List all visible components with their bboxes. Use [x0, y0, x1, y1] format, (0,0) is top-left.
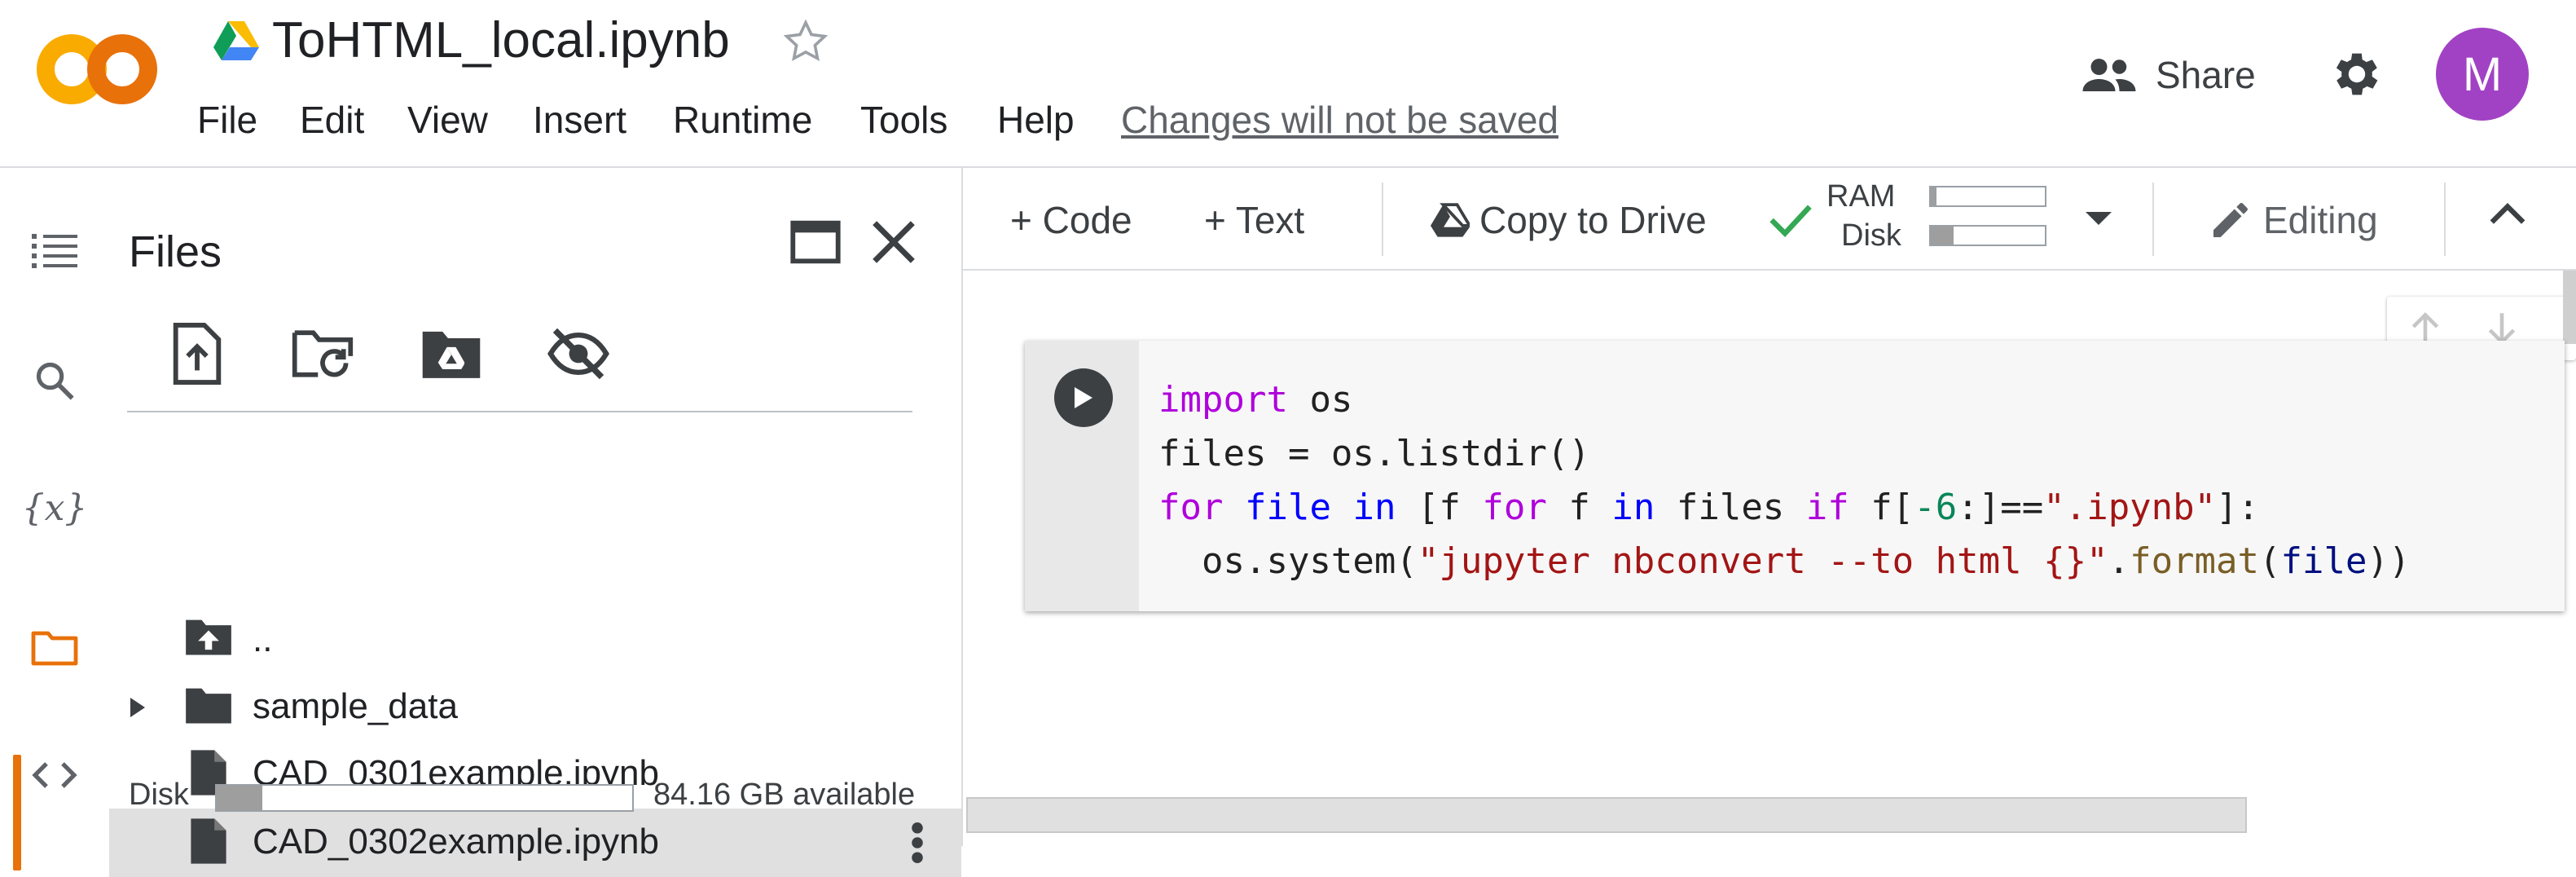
- code-cell[interactable]: import os files = os.listdir() for file in…: [1025, 341, 2565, 611]
- people-icon: [2081, 56, 2138, 94]
- pencil-icon: [2208, 197, 2253, 243]
- disk-usage-fill: [217, 786, 263, 810]
- more-vert-icon[interactable]: [911, 822, 924, 864]
- code-line: files = os.listdir(): [1158, 433, 1590, 474]
- parent-folder-icon: [184, 616, 233, 657]
- settings-gear-icon[interactable]: [2328, 46, 2385, 103]
- ram-label: RAM: [1826, 179, 1896, 214]
- star-icon[interactable]: [780, 16, 831, 67]
- runtime-dropdown-arrow-icon[interactable]: [2084, 210, 2113, 227]
- share-label: Share: [2156, 54, 2256, 96]
- toolbar-separator: [1382, 183, 1383, 256]
- rail-active-indicator: [13, 755, 21, 870]
- editing-mode-button[interactable]: Editing: [2208, 196, 2378, 245]
- table-of-contents-icon[interactable]: [28, 223, 81, 277]
- menu-tools[interactable]: Tools: [860, 98, 947, 142]
- files-folder-icon[interactable]: [28, 621, 81, 675]
- menu-insert[interactable]: Insert: [533, 98, 626, 142]
- play-icon: [1075, 387, 1092, 408]
- file-tree-row-selected[interactable]: CAD_0302example.ipynb: [109, 809, 961, 877]
- open-in-tab-icon[interactable]: [787, 214, 844, 271]
- hide-files-eye-off-icon[interactable]: [546, 321, 611, 386]
- ram-usage-fill: [1931, 187, 1936, 205]
- notebook-toolbar: + Code + Text Copy to Drive RAM Disk Edi…: [963, 168, 2576, 271]
- toolbar-separator: [2152, 183, 2154, 256]
- toolbar-separator: [2444, 183, 2446, 256]
- files-panel-title: Files: [129, 227, 222, 276]
- close-icon[interactable]: [865, 214, 922, 271]
- disk-label-toolbar: Disk: [1841, 218, 1901, 253]
- drive-icon: [1431, 203, 1470, 237]
- refresh-folder-icon[interactable]: [290, 321, 355, 386]
- share-button[interactable]: Share: [2081, 46, 2256, 104]
- disk-label: Disk: [129, 778, 189, 812]
- cell-gutter: [1025, 341, 1139, 611]
- connected-check-icon[interactable]: [1768, 201, 1813, 240]
- file-icon: [189, 817, 228, 866]
- menu-view[interactable]: View: [407, 98, 488, 142]
- menu-edit[interactable]: Edit: [300, 98, 364, 142]
- add-code-cell-button[interactable]: + Code: [1010, 196, 1132, 245]
- google-drive-icon: [213, 20, 259, 60]
- variables-icon[interactable]: {x}: [22, 481, 88, 535]
- file-tree-row[interactable]: sample_data: [109, 673, 961, 742]
- files-panel: Files .. sample_data CAD_0301example.ipy…: [109, 168, 961, 877]
- notebook-title[interactable]: ToHTML_local.ipynb: [272, 11, 730, 69]
- files-divider: [127, 411, 912, 412]
- add-text-cell-button[interactable]: + Text: [1204, 196, 1304, 245]
- horizontal-scrollbar[interactable]: [966, 797, 2247, 833]
- file-tree-label: sample_data: [253, 686, 458, 726]
- menu-file[interactable]: File: [197, 98, 257, 142]
- expand-chevron-icon[interactable]: [127, 696, 147, 719]
- copy-to-drive-button[interactable]: Copy to Drive: [1431, 196, 1707, 245]
- file-tree-label: ..: [253, 619, 273, 659]
- code-snippets-icon[interactable]: [28, 748, 81, 802]
- copy-to-drive-label: Copy to Drive: [1479, 199, 1707, 241]
- folder-icon: [184, 685, 233, 725]
- disk-usage-bar: [215, 784, 634, 812]
- code-line: import os: [1158, 379, 1353, 421]
- unsaved-changes-link[interactable]: Changes will not be saved: [1121, 98, 1558, 142]
- file-tree-row[interactable]: ..: [109, 606, 961, 675]
- colab-logo[interactable]: [36, 33, 158, 106]
- menu-runtime[interactable]: Runtime: [673, 98, 812, 142]
- collapse-header-chevron-up-icon[interactable]: [2488, 202, 2527, 227]
- app-header: ToHTML_local.ipynb File Edit View Insert…: [0, 0, 2576, 168]
- mount-drive-icon[interactable]: [419, 321, 484, 386]
- code-line: os.system("jupyter nbconvert --to html {…: [1158, 540, 2411, 582]
- disk-usage-fill-toolbar: [1931, 227, 1954, 245]
- code-editor[interactable]: import os files = os.listdir() for file in…: [1158, 373, 2410, 588]
- editing-label: Editing: [2263, 199, 2378, 241]
- file-tree-label: CAD_0302example.ipynb: [253, 822, 659, 862]
- code-line: for file in [f for f in files if f[-6:]=…: [1158, 487, 2260, 528]
- upload-file-icon[interactable]: [165, 321, 230, 386]
- run-cell-button[interactable]: [1054, 368, 1113, 427]
- menu-help[interactable]: Help: [997, 98, 1075, 142]
- user-avatar[interactable]: M: [2436, 28, 2529, 121]
- disk-available-text: 84.16 GB available: [653, 778, 916, 812]
- left-rail: {x}: [0, 168, 109, 870]
- disk-usage-bar-toolbar[interactable]: [1929, 225, 2046, 246]
- ram-usage-bar[interactable]: [1929, 186, 2046, 207]
- search-icon[interactable]: [28, 354, 81, 408]
- vertical-scrollbar[interactable]: [2563, 271, 2576, 344]
